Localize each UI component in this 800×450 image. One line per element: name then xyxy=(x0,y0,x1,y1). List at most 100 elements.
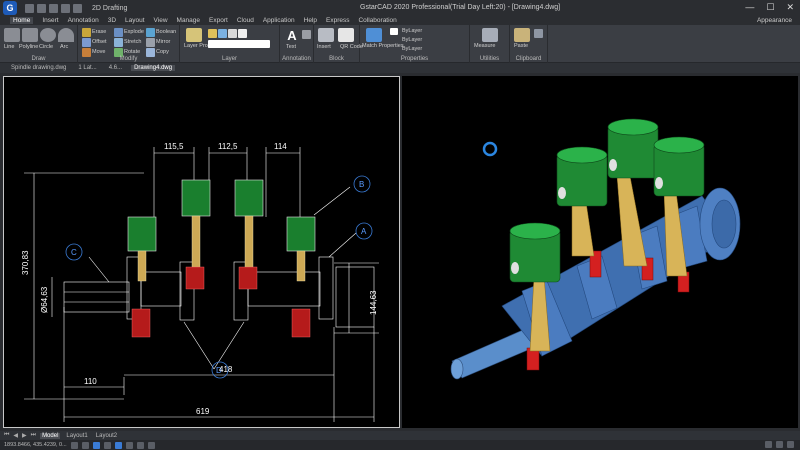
qr-code-icon[interactable] xyxy=(338,28,354,42)
menu-tab-3d[interactable]: 3D xyxy=(108,17,116,24)
lineweight-icon[interactable] xyxy=(136,441,144,449)
annotation-scale-icon[interactable] xyxy=(765,441,772,448)
menu-tab-annotation[interactable]: Annotation xyxy=(68,17,99,24)
move-button[interactable]: Move xyxy=(92,49,105,55)
arc-icon[interactable] xyxy=(58,28,74,42)
maximize-button[interactable]: ☐ xyxy=(766,2,774,13)
save-icon[interactable] xyxy=(49,3,58,13)
clipboard-group-label: Clipboard xyxy=(515,56,542,62)
redo-icon[interactable] xyxy=(73,3,82,13)
stretch-icon[interactable] xyxy=(114,38,123,47)
ortho-icon[interactable] xyxy=(92,441,100,449)
mirror-icon[interactable] xyxy=(146,38,155,47)
viewport-3d[interactable] xyxy=(402,76,798,428)
workspace-selector[interactable]: 2D Drafting xyxy=(92,5,127,12)
polyline-icon[interactable] xyxy=(22,28,38,42)
minimize-button[interactable]: — xyxy=(745,2,754,13)
layer-color-icon[interactable] xyxy=(238,29,247,38)
insert-icon[interactable] xyxy=(318,28,334,42)
layer-panel: Layer Properties Layer xyxy=(180,25,280,63)
layout-tabs: ⏮ ◀ ▶ ⏭ Model Layout1 Layout2 xyxy=(0,431,800,440)
close-button[interactable]: ✕ xyxy=(786,2,794,13)
otrack-icon[interactable] xyxy=(125,441,133,449)
menu-tab-view[interactable]: View xyxy=(154,17,168,24)
offset-icon[interactable] xyxy=(82,38,91,47)
boolean-button[interactable]: Boolean xyxy=(156,29,176,35)
color-dropdown[interactable]: ByLayer xyxy=(402,28,422,34)
last-tab-icon[interactable]: ⏭ xyxy=(31,432,36,439)
tab-model[interactable]: Model xyxy=(40,432,61,439)
layer-dropdown[interactable] xyxy=(208,40,270,48)
match-properties-icon[interactable] xyxy=(366,28,382,42)
first-tab-icon[interactable]: ⏮ xyxy=(4,432,9,439)
erase-icon[interactable] xyxy=(82,28,91,37)
dimension-icon[interactable] xyxy=(302,30,311,39)
sun-icon[interactable] xyxy=(218,29,227,38)
paste-button[interactable]: Paste xyxy=(514,43,528,49)
menu-tab-export[interactable]: Export xyxy=(209,17,228,24)
boolean-icon[interactable] xyxy=(146,28,155,37)
line-icon[interactable] xyxy=(4,28,20,42)
tab-layout1[interactable]: Layout1 xyxy=(64,433,89,439)
status-bar: 1893.8466, 435.4239, 0... xyxy=(0,440,800,450)
title-bar: G 2D Drafting GstarCAD 2020 Professional… xyxy=(0,0,800,16)
linetype-dropdown[interactable]: ByLayer xyxy=(402,37,422,43)
match-properties-button[interactable]: Match Properties xyxy=(362,43,404,49)
paste-icon[interactable] xyxy=(514,28,530,42)
app-logo-icon[interactable]: G xyxy=(3,1,17,15)
fullscreen-icon[interactable] xyxy=(787,441,794,448)
measure-button[interactable]: Measure xyxy=(474,43,495,49)
copy-clip-icon[interactable] xyxy=(534,29,543,38)
appearance-menu[interactable]: Appearance xyxy=(757,17,792,24)
open-icon[interactable] xyxy=(37,3,46,13)
explode-icon[interactable] xyxy=(114,28,123,37)
document-tab[interactable]: 1 Lat... xyxy=(75,65,99,71)
grid-icon[interactable] xyxy=(81,441,89,449)
circle-icon[interactable] xyxy=(40,28,56,42)
menu-tab-help[interactable]: Help xyxy=(304,17,317,24)
drawing-area: B A C D 115,5 112,5 114 370,83 Ø64,63 14… xyxy=(0,73,800,431)
menu-tab-collaboration[interactable]: Collaboration xyxy=(358,17,396,24)
lineweight-dropdown[interactable]: ByLayer xyxy=(402,46,422,52)
prev-tab-icon[interactable]: ◀ xyxy=(13,432,18,439)
snap-icon[interactable] xyxy=(70,441,78,449)
callout-b: B xyxy=(359,180,364,189)
offset-button[interactable]: Offset xyxy=(92,39,107,45)
undo-icon[interactable] xyxy=(61,3,70,13)
tab-layout2[interactable]: Layout2 xyxy=(94,433,119,439)
ribbon-tabs: Home Insert Annotation 3D Layout View Manage Ex… xyxy=(0,16,800,25)
explode-button[interactable]: Explode xyxy=(124,29,144,35)
document-tab[interactable]: Spindle drawing.dwg xyxy=(8,65,69,71)
stretch-button[interactable]: Stretch xyxy=(124,39,141,45)
osnap-icon[interactable] xyxy=(114,441,122,449)
erase-button[interactable]: Erase xyxy=(92,29,106,35)
menu-tab-express[interactable]: Express xyxy=(326,17,349,24)
menu-tab-application[interactable]: Application xyxy=(263,17,295,24)
polar-icon[interactable] xyxy=(103,441,111,449)
measure-icon[interactable] xyxy=(482,28,498,42)
next-tab-icon[interactable]: ▶ xyxy=(22,432,27,439)
copy-button[interactable]: Copy xyxy=(156,49,169,55)
crank-shaft xyxy=(450,187,741,380)
layer-group-label: Layer xyxy=(221,56,237,62)
text-button[interactable]: Text xyxy=(286,44,296,50)
document-tab[interactable]: 4.6... xyxy=(106,65,125,71)
text-icon[interactable]: A xyxy=(284,28,300,43)
menu-tab-home[interactable]: Home xyxy=(10,17,34,24)
lock-icon[interactable] xyxy=(228,29,237,38)
rotate-button[interactable]: Rotate xyxy=(124,49,140,55)
menu-tab-insert[interactable]: Insert xyxy=(42,17,58,24)
dim-110: 110 xyxy=(84,377,97,386)
viewport-2d[interactable]: B A C D 115,5 112,5 114 370,83 Ø64,63 14… xyxy=(3,76,400,428)
new-icon[interactable] xyxy=(25,3,34,13)
mirror-button[interactable]: Mirror xyxy=(156,39,170,45)
workspace-icon[interactable] xyxy=(776,441,783,448)
menu-tab-layout[interactable]: Layout xyxy=(125,17,145,24)
menu-tab-manage[interactable]: Manage xyxy=(177,17,201,24)
layer-properties-icon[interactable] xyxy=(186,28,202,42)
menu-tab-cloud[interactable]: Cloud xyxy=(237,17,254,24)
document-tab[interactable]: Drawing4.dwg xyxy=(131,65,176,71)
lightbulb-icon[interactable] xyxy=(208,29,217,38)
insert-button[interactable]: Insert xyxy=(317,44,331,50)
transparency-icon[interactable] xyxy=(147,441,155,449)
